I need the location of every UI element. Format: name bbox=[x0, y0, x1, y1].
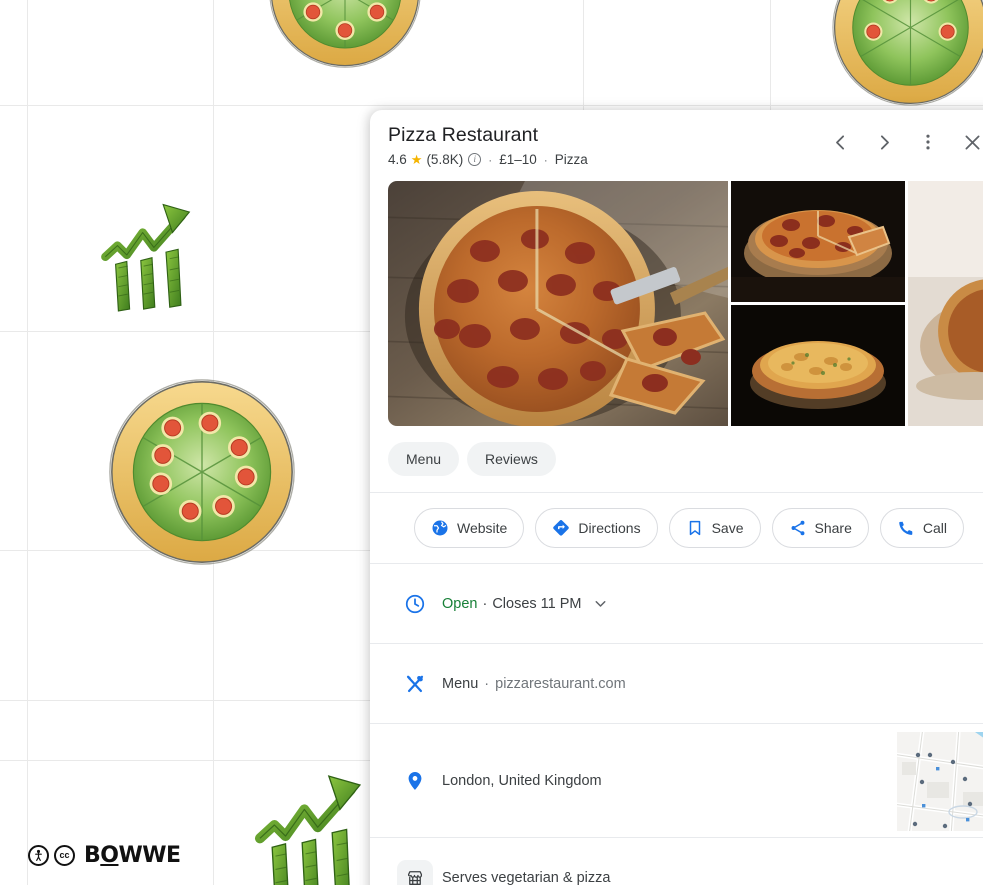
info-icon[interactable]: i bbox=[468, 153, 482, 167]
attributes-row[interactable]: Serves vegetarian & pizza bbox=[370, 838, 983, 885]
chip-menu[interactable]: Menu bbox=[388, 442, 460, 477]
hours-row[interactable]: Open · Closes 11 PM bbox=[370, 564, 983, 643]
growth-chart-sketch-bottom bbox=[248, 765, 383, 885]
pizza-sketch-center bbox=[104, 374, 300, 570]
restaurant-menu-icon bbox=[388, 673, 442, 695]
open-status: Open bbox=[442, 595, 478, 612]
photo-thumb-1[interactable] bbox=[730, 181, 905, 303]
menu-url[interactable]: pizzarestaurant.com bbox=[495, 676, 626, 692]
phone-icon bbox=[897, 519, 915, 537]
hours-separator: · bbox=[482, 595, 488, 612]
attributes-text: Serves vegetarian & pizza bbox=[442, 869, 611, 885]
chip-row: Menu Reviews bbox=[370, 426, 983, 492]
business-info-card: Pizza Restaurant 4.6 ★ (5.8K) i · £1–10 … bbox=[370, 110, 983, 885]
photo-gallery bbox=[388, 181, 983, 427]
menu-separator: · bbox=[484, 675, 490, 692]
photo-thumb-2[interactable] bbox=[730, 305, 905, 427]
share-icon bbox=[789, 519, 807, 537]
call-label: Call bbox=[922, 520, 947, 537]
creative-commons-icon: cc bbox=[54, 845, 75, 866]
call-button[interactable]: Call bbox=[879, 508, 964, 549]
menu-row[interactable]: Menu · pizzarestaurant.com bbox=[370, 644, 983, 723]
review-count[interactable]: (5.8K) bbox=[426, 152, 463, 167]
header-action-buttons bbox=[818, 122, 983, 162]
bowwe-wordmark: BOWWE bbox=[84, 843, 181, 868]
globe-icon bbox=[431, 519, 449, 537]
menu-text: Menu · pizzarestaurant.com bbox=[442, 676, 626, 692]
photo-thumb-3[interactable] bbox=[907, 181, 983, 427]
next-button[interactable] bbox=[862, 122, 906, 162]
directions-label: Directions bbox=[578, 520, 641, 537]
address-text: London, United Kingdom bbox=[442, 772, 602, 789]
map-thumbnail[interactable] bbox=[897, 732, 983, 832]
price-range: £1–10 bbox=[499, 152, 537, 168]
hours-text: Open · Closes 11 PM bbox=[442, 595, 609, 612]
action-button-row: Website Directions Save Share Call bbox=[370, 493, 983, 563]
more-options-button[interactable] bbox=[906, 122, 950, 162]
address-row[interactable]: London, United Kingdom bbox=[370, 724, 983, 837]
growth-chart-sketch-left bbox=[96, 195, 208, 313]
directions-button[interactable]: Directions bbox=[535, 508, 658, 549]
card-header: Pizza Restaurant 4.6 ★ (5.8K) i · £1–10 … bbox=[370, 110, 983, 167]
close-button[interactable] bbox=[950, 122, 983, 162]
pizza-sketch-right bbox=[828, 0, 983, 110]
meta-separator: · bbox=[543, 152, 548, 167]
directions-diamond-icon bbox=[552, 519, 570, 537]
share-label: Share bbox=[814, 520, 852, 537]
closing-time: Closes 11 PM bbox=[492, 595, 582, 612]
bowwe-logo: cc BOWWE bbox=[28, 843, 181, 868]
chevron-down-icon[interactable] bbox=[592, 595, 609, 612]
storefront-icon bbox=[397, 859, 433, 885]
page-root: cc BOWWE Pizza Restaurant 4.6 ★ (5.8K) i… bbox=[0, 0, 983, 885]
meta-separator: · bbox=[488, 152, 493, 167]
menu-label: Menu bbox=[442, 675, 479, 692]
bookmark-icon bbox=[686, 519, 704, 537]
save-label: Save bbox=[711, 520, 744, 537]
star-icon: ★ bbox=[410, 152, 423, 168]
photo-main[interactable] bbox=[388, 181, 728, 427]
person-accessibility-icon bbox=[28, 845, 49, 866]
rating-score: 4.6 bbox=[388, 152, 407, 168]
website-button[interactable]: Website bbox=[414, 508, 525, 549]
location-pin-icon bbox=[388, 770, 442, 792]
website-label: Website bbox=[457, 520, 508, 537]
share-button[interactable]: Share bbox=[771, 508, 869, 549]
grid-line-vertical bbox=[27, 0, 28, 885]
chip-reviews[interactable]: Reviews bbox=[467, 442, 556, 477]
clock-icon bbox=[388, 593, 442, 615]
pizza-sketch-top bbox=[265, 0, 425, 72]
save-button[interactable]: Save bbox=[668, 508, 761, 549]
business-category: Pizza bbox=[554, 152, 588, 168]
photo-thumb-column bbox=[730, 181, 905, 427]
previous-button[interactable] bbox=[818, 122, 862, 162]
